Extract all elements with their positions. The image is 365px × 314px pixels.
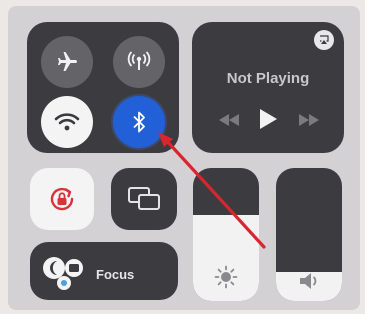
annotation-arrow: [158, 132, 266, 249]
control-center: Not Playing Focus: [8, 6, 360, 310]
